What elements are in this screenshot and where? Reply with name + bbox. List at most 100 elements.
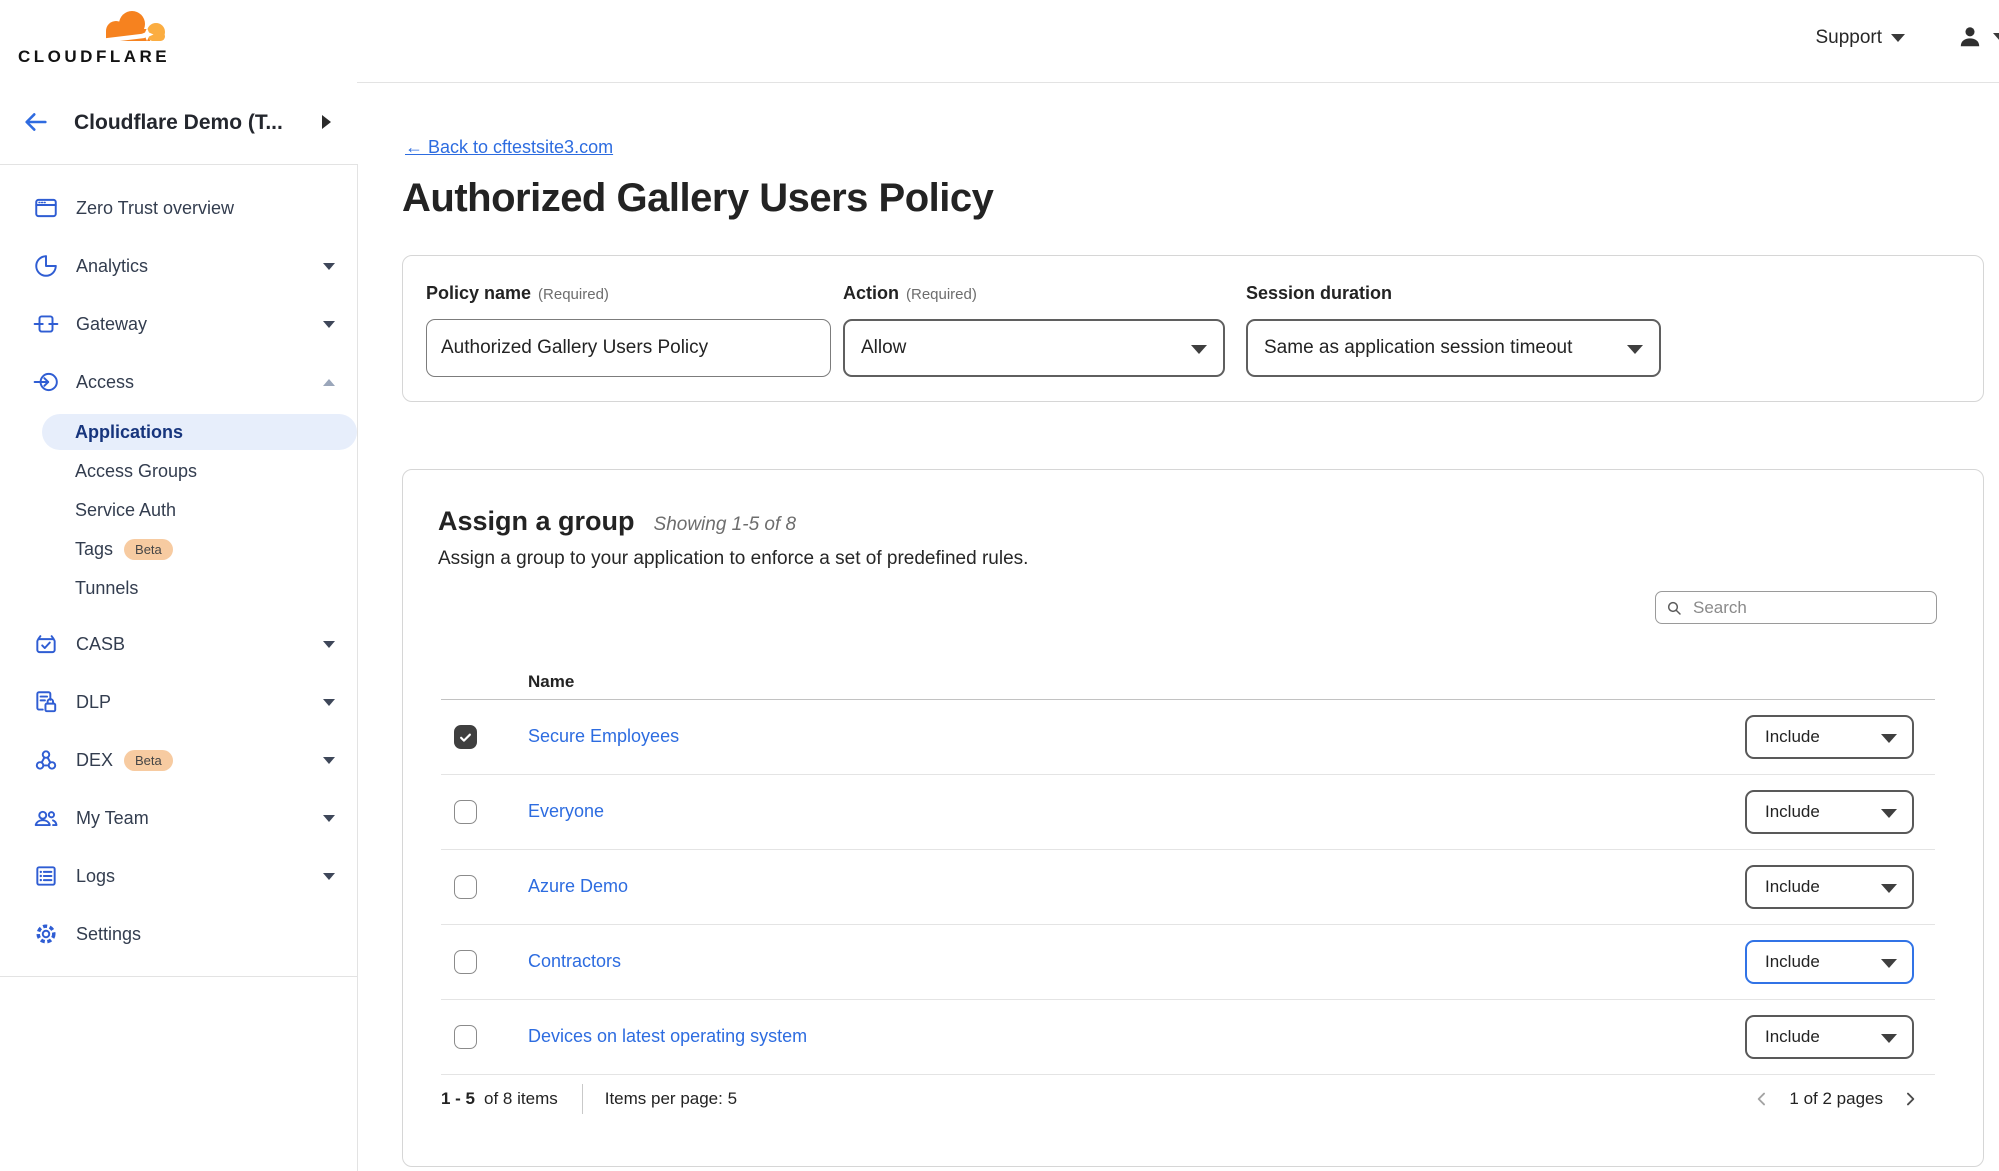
beta-badge: Beta <box>124 539 173 560</box>
chevron-down-icon <box>1881 884 1897 893</box>
sidebar-item-tags[interactable]: Tags Beta <box>0 530 357 569</box>
team-switcher: Cloudflare Demo (T... <box>0 82 357 165</box>
sidebar-item-label: Service Auth <box>75 500 176 521</box>
items-per-page[interactable]: Items per page: 5 <box>605 1089 737 1109</box>
team-name[interactable]: Cloudflare Demo (T... <box>74 82 283 164</box>
sidebar-nav: Zero Trust overview Analytics Gateway <box>0 165 357 977</box>
sidebar-item-label: Settings <box>76 924 141 945</box>
gateway-icon <box>33 311 59 337</box>
access-subnav: Applications Access Groups Service Auth … <box>0 414 357 608</box>
table-row: Secure Employees Include <box>441 700 1935 775</box>
chevron-down-icon <box>1891 34 1905 42</box>
sidebar-divider <box>0 976 357 977</box>
chevron-down-icon <box>323 873 335 880</box>
group-name-link[interactable]: Azure Demo <box>528 876 628 897</box>
prev-page-button[interactable] <box>1751 1088 1773 1110</box>
group-search[interactable] <box>1655 591 1937 624</box>
include-dropdown[interactable]: Include <box>1745 1015 1914 1059</box>
chevron-down-icon <box>323 263 335 270</box>
include-value: Include <box>1765 877 1820 897</box>
window-icon <box>33 195 59 221</box>
sidebar-item-label: Zero Trust overview <box>76 198 234 219</box>
user-icon <box>1957 24 1983 50</box>
groups-table: Name Secure Employees Include Everyone I… <box>441 670 1935 1075</box>
required-note: (Required) <box>538 286 609 303</box>
chevron-right-icon[interactable] <box>322 115 331 129</box>
group-name-link[interactable]: Contractors <box>528 951 621 972</box>
action-select-value: Allow <box>861 337 906 359</box>
sidebar-item-dlp[interactable]: DLP <box>0 673 357 731</box>
group-name-link[interactable]: Everyone <box>528 801 604 822</box>
policy-name-group: Policy name (Required) <box>426 283 609 304</box>
chevron-right-icon <box>1900 1089 1920 1109</box>
cloudflare-cloud-icon <box>94 7 170 47</box>
support-menu[interactable]: Support <box>1815 27 1905 49</box>
assign-group-card: Assign a group Showing 1-5 of 8 Assign a… <box>402 469 1984 1167</box>
sidebar-item-settings[interactable]: Settings <box>0 905 357 963</box>
policy-form-card: Policy name (Required) Action (Required) A… <box>402 255 1984 402</box>
sidebar-item-access-groups[interactable]: Access Groups <box>0 452 357 491</box>
action-select[interactable]: Allow <box>843 319 1225 377</box>
chevron-down-icon <box>1191 345 1207 354</box>
policy-name-label: Policy name <box>426 283 531 303</box>
include-dropdown[interactable]: Include <box>1745 715 1914 759</box>
group-name-link[interactable]: Secure Employees <box>528 726 679 747</box>
include-value: Include <box>1765 802 1820 822</box>
chevron-up-icon <box>323 379 335 386</box>
back-link[interactable]: ← Back to cftestsite3.com <box>405 137 613 158</box>
session-duration-select[interactable]: Same as application session timeout <box>1246 319 1661 377</box>
row-checkbox[interactable] <box>454 950 477 974</box>
sidebar-item-tunnels[interactable]: Tunnels <box>0 569 357 608</box>
include-dropdown[interactable]: Include <box>1745 790 1914 834</box>
sidebar-item-label: Access Groups <box>75 461 197 482</box>
action-label: Action <box>843 283 899 303</box>
sidebar-item-analytics[interactable]: Analytics <box>0 237 357 295</box>
sidebar-item-label: Applications <box>75 422 183 443</box>
sidebar-item-label: Gateway <box>76 314 147 335</box>
showing-count: Showing 1-5 of 8 <box>654 514 797 536</box>
next-page-button[interactable] <box>1899 1088 1921 1110</box>
chevron-down-icon <box>323 641 335 648</box>
row-checkbox[interactable] <box>454 800 477 824</box>
row-checkbox[interactable] <box>454 725 477 749</box>
sidebar-item-zero-trust-overview[interactable]: Zero Trust overview <box>0 179 357 237</box>
search-input[interactable] <box>1691 597 1926 619</box>
chevron-down-icon <box>323 757 335 764</box>
chevron-down-icon <box>1881 1034 1897 1043</box>
sidebar-item-dex[interactable]: DEX Beta <box>0 731 357 789</box>
chevron-down-icon <box>1627 345 1643 354</box>
sidebar-item-logs[interactable]: Logs <box>0 847 357 905</box>
session-duration-group: Session duration <box>1246 283 1392 304</box>
chevron-down-icon <box>323 815 335 822</box>
sidebar-item-label: Analytics <box>76 256 148 277</box>
table-header: Name <box>441 670 1935 700</box>
sidebar-item-my-team[interactable]: My Team <box>0 789 357 847</box>
row-checkbox[interactable] <box>454 875 477 899</box>
chevron-down-icon <box>1993 33 1999 41</box>
sidebar-item-label: Logs <box>76 866 115 887</box>
access-icon <box>33 369 59 395</box>
sidebar-item-service-auth[interactable]: Service Auth <box>0 491 357 530</box>
back-arrow-icon[interactable] <box>22 108 50 136</box>
support-label: Support <box>1815 27 1882 49</box>
policy-name-input[interactable] <box>426 319 831 377</box>
sidebar-item-access[interactable]: Access <box>0 353 357 411</box>
sidebar-border <box>357 164 358 1171</box>
cloudflare-logo: CLOUDFLARE <box>18 5 188 67</box>
include-dropdown[interactable]: Include <box>1745 940 1914 984</box>
required-note: (Required) <box>906 286 977 303</box>
row-checkbox[interactable] <box>454 1025 477 1049</box>
sidebar-item-casb[interactable]: CASB <box>0 615 357 673</box>
people-icon <box>33 805 59 831</box>
account-menu[interactable] <box>1957 24 1999 50</box>
document-lock-icon <box>33 689 59 715</box>
include-dropdown[interactable]: Include <box>1745 865 1914 909</box>
network-nodes-icon <box>33 747 59 773</box>
group-name-link[interactable]: Devices on latest operating system <box>528 1026 807 1047</box>
sidebar-item-applications[interactable]: Applications <box>42 414 357 450</box>
section-description: Assign a group to your application to en… <box>438 548 1028 570</box>
chevron-down-icon <box>1881 959 1897 968</box>
sidebar-item-gateway[interactable]: Gateway <box>0 295 357 353</box>
table-row: Azure Demo Include <box>441 850 1935 925</box>
section-title: Assign a group <box>438 506 635 537</box>
